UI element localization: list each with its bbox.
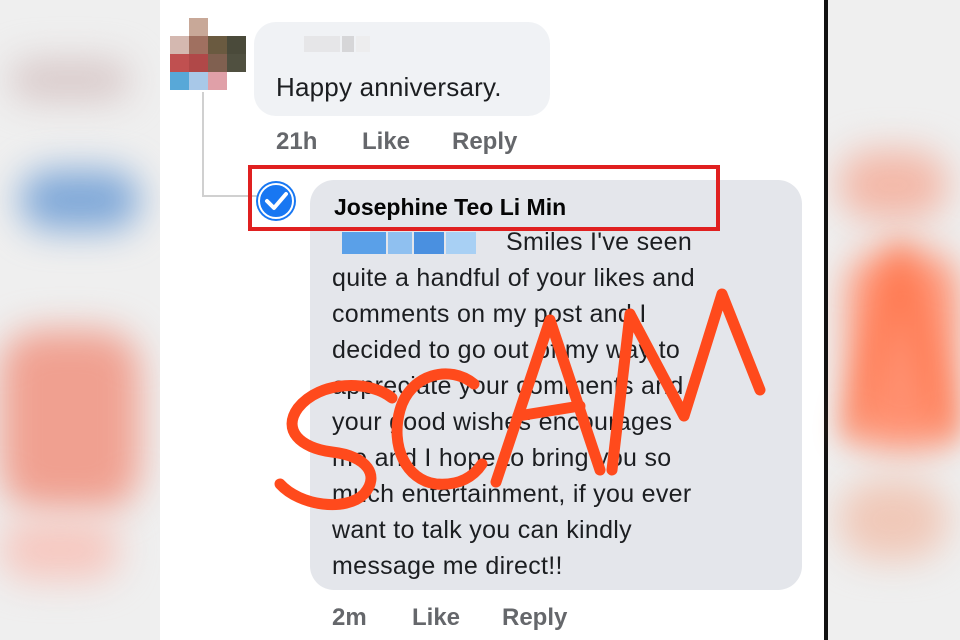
comment-timestamp: 21h: [276, 128, 318, 155]
reply-text-line: Smiles I've seen: [506, 228, 693, 256]
frame-divider: [824, 0, 828, 640]
comment-text: Happy anniversary.: [276, 72, 502, 102]
like-link[interactable]: Like: [412, 604, 460, 632]
pixelated-avatar: [170, 18, 246, 90]
reply-actions: 2m Like Reply: [332, 604, 632, 634]
comment-actions: 21h Like Reply: [276, 128, 576, 158]
redacted-commenter-name: [304, 36, 370, 52]
blurred-stamp-echo: [840, 240, 960, 443]
highlight-box: [248, 165, 720, 231]
reply-link[interactable]: Reply: [502, 604, 567, 632]
blurred-left-background: [0, 0, 160, 640]
like-link[interactable]: Like: [362, 128, 410, 156]
reply-text-line: message me direct!!: [332, 552, 563, 580]
reply-timestamp: 2m: [332, 604, 367, 631]
reply-link[interactable]: Reply: [452, 128, 517, 156]
thread-connector: [202, 92, 204, 196]
reply-text-line: want to talk you can kindly: [332, 516, 632, 544]
scam-stamp: [274, 288, 766, 511]
comment-bubble: Happy anniversary.: [254, 22, 550, 116]
redacted-mention: [342, 232, 482, 254]
